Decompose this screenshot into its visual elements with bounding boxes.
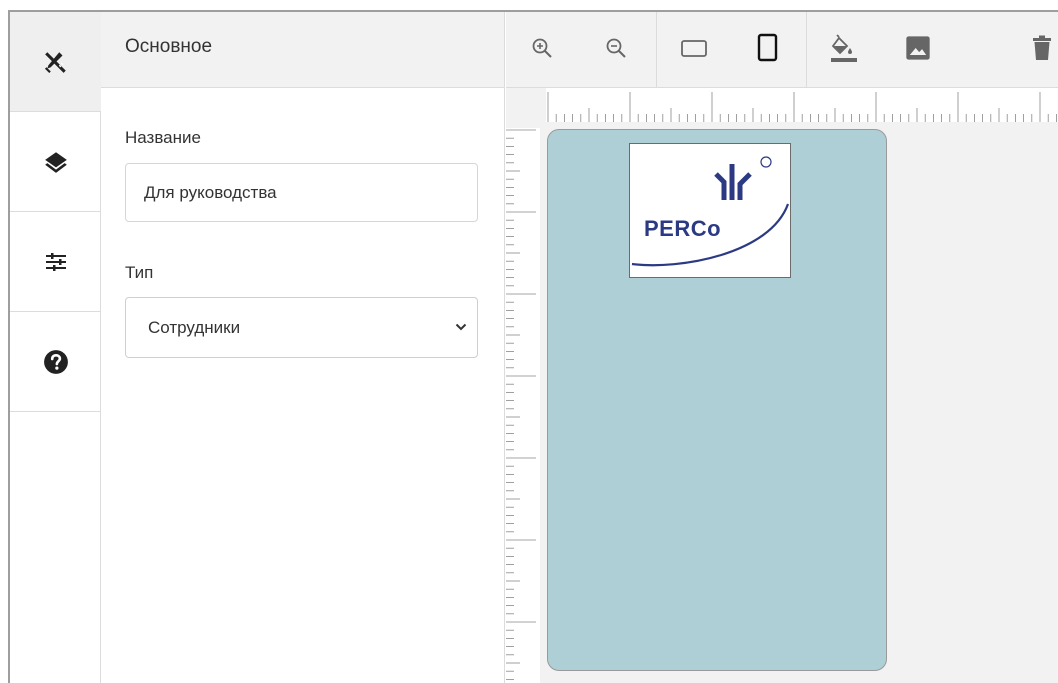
rail-tab-design[interactable] [10,12,101,112]
rail-tab-settings[interactable] [10,212,101,312]
fill-color-icon [831,34,857,62]
horizontal-ruler [546,88,1058,122]
insert-image-button[interactable] [896,26,940,70]
rail-tab-layers[interactable] [10,112,101,212]
help-icon [43,349,68,374]
delete-icon [1033,35,1051,60]
rail-tab-help[interactable] [10,312,101,412]
toolbar-separator [806,12,807,88]
vertical-ruler [506,128,540,683]
delete-button[interactable] [1020,26,1058,70]
image-icon [906,36,930,60]
zoom-out-icon [606,38,626,58]
portrait-orientation-button[interactable] [746,26,790,70]
perco-logo-graphic [631,156,790,267]
type-select[interactable]: Сотрудники [125,297,478,358]
fill-color-button[interactable] [822,26,866,70]
card-preview[interactable]: PERCo [547,129,887,671]
type-select-value: Сотрудники [148,318,241,337]
panel-header: Основное [101,12,504,88]
zoom-in-icon [532,38,552,58]
toolbar-separator [656,12,657,88]
logo-text: PERCo [644,216,722,241]
panel-title: Основное [125,36,213,57]
zoom-out-button[interactable] [594,26,638,70]
sliders-icon [45,252,66,271]
layers-icon [44,151,67,173]
landscape-icon [681,40,707,57]
toolbar [506,12,1058,88]
zoom-in-button[interactable] [520,26,564,70]
portrait-icon [757,33,778,62]
name-label: Название [125,128,201,147]
card-designer-app: Основное Название Тип Сотрудники [0,0,1058,683]
landscape-orientation-button[interactable] [672,26,716,70]
name-input[interactable] [125,163,478,222]
type-label: Тип [125,263,154,282]
sidebar-rail [8,12,101,683]
properties-panel: Основное Название Тип Сотрудники [101,12,505,683]
design-canvas[interactable]: PERCo [506,88,1058,683]
design-tools-icon [44,51,66,73]
logo-image[interactable]: PERCo [629,143,791,278]
chevron-down-icon [455,323,467,331]
